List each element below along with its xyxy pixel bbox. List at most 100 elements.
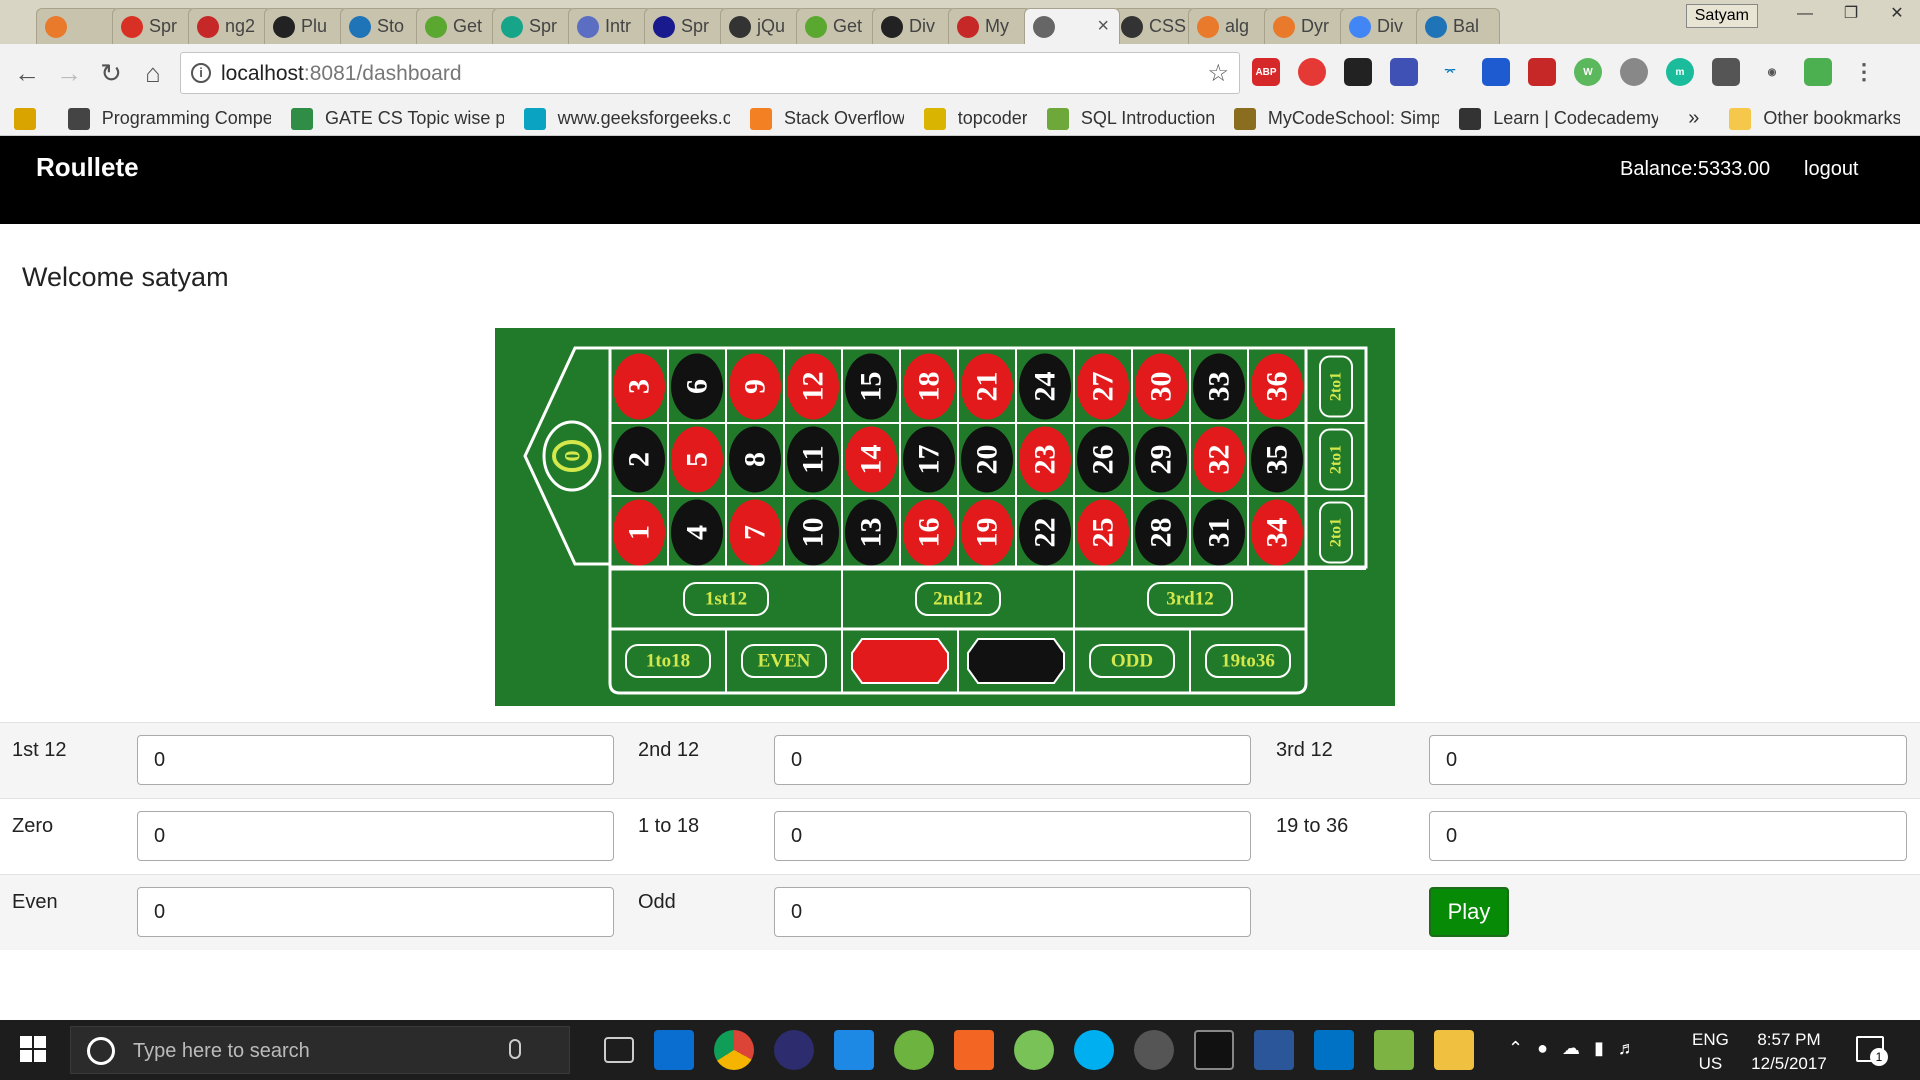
android-studio-icon[interactable] <box>1014 1030 1054 1070</box>
bet-input-3rd12[interactable]: 0 <box>1429 735 1907 785</box>
browser-tab[interactable]: Dyr <box>1264 8 1348 44</box>
terminal-icon[interactable] <box>1194 1030 1234 1070</box>
browser-tab[interactable]: Spr <box>112 8 196 44</box>
puzzle-icon[interactable] <box>1390 58 1418 86</box>
chrome-menu-icon[interactable]: ⋮ <box>1850 58 1878 86</box>
windows-start-icon[interactable] <box>20 1036 48 1064</box>
bet-input-1to18[interactable]: 0 <box>774 811 1251 861</box>
outside-bet-label: ODD <box>1111 651 1153 672</box>
bookmark-item[interactable]: MyCodeSchool: Simp <box>1233 107 1439 130</box>
gear-ext-icon[interactable] <box>1620 58 1648 86</box>
notepad-plus-icon[interactable] <box>1374 1030 1414 1070</box>
skype-icon[interactable] <box>1074 1030 1114 1070</box>
volume-icon[interactable]: ♬ <box>1618 1038 1636 1059</box>
browser-tab[interactable] <box>36 8 120 44</box>
browser-tab[interactable]: Sto <box>340 8 424 44</box>
address-url[interactable]: localhost:8081/dashboard <box>221 62 462 86</box>
home-icon[interactable]: ⌂ <box>138 58 168 88</box>
file-explorer-icon[interactable] <box>1434 1030 1474 1070</box>
app-brand[interactable]: Roullete <box>36 152 139 183</box>
language-indicator[interactable]: ENG US <box>1692 1028 1729 1076</box>
action-center-icon[interactable]: 1 <box>1856 1036 1888 1066</box>
browser-tab[interactable]: Spr <box>492 8 576 44</box>
adblock-icon[interactable]: ABP <box>1252 58 1280 86</box>
bookmark-favicon-icon <box>1233 107 1256 130</box>
tray-app-icon[interactable]: ● <box>1537 1038 1548 1059</box>
reload-icon[interactable]: ↻ <box>96 58 126 88</box>
onedrive-icon[interactable]: ☁ <box>1562 1038 1580 1059</box>
address-bar[interactable]: i localhost:8081/dashboard ☆ <box>180 52 1240 94</box>
bookmark-ext-icon[interactable] <box>1482 58 1510 86</box>
microphone-icon[interactable] <box>509 1039 521 1059</box>
bookmark-item[interactable]: GATE CS Topic wise p <box>291 107 504 130</box>
extension-badge-icon[interactable] <box>1344 58 1372 86</box>
browser-tab[interactable]: Get <box>796 8 880 44</box>
other-bookmarks-folder[interactable]: Other bookmarks <box>1729 107 1900 130</box>
browser-tab[interactable]: Spr <box>644 8 728 44</box>
back-icon[interactable]: ← <box>12 58 42 88</box>
number-label: 23 <box>1029 445 1062 475</box>
browser-tab[interactable]: Div <box>1340 8 1424 44</box>
edge-icon[interactable] <box>654 1030 694 1070</box>
bet-input-19to36[interactable]: 0 <box>1429 811 1907 861</box>
browser-tab[interactable]: CSS <box>1112 8 1196 44</box>
browser-tab[interactable]: alg <box>1188 8 1272 44</box>
browser-tab[interactable]: ng2 <box>188 8 272 44</box>
browser-tab[interactable]: Get <box>416 8 500 44</box>
bookmark-item[interactable]: Programming Compe <box>67 107 271 130</box>
bookmark-star-icon[interactable]: ☆ <box>1207 59 1229 88</box>
leaf-ext-icon[interactable] <box>1804 58 1832 86</box>
tray-expand-icon[interactable]: ⌃ <box>1508 1038 1523 1059</box>
taskbar-clock[interactable]: 8:57 PM 12/5/2017 <box>1746 1028 1832 1076</box>
profile-button[interactable]: Satyam <box>1685 4 1758 28</box>
close-window-icon[interactable]: ✕ <box>1874 0 1920 28</box>
bookmarks-overflow-icon[interactable]: » <box>1688 107 1699 130</box>
bookmark-item[interactable]: www.geeksforgeeks.c <box>523 107 730 130</box>
feather-app-icon[interactable] <box>954 1030 994 1070</box>
logout-link[interactable]: logout <box>1804 158 1859 181</box>
rainbow-icon[interactable]: ⌤ <box>1436 58 1464 86</box>
browser-tab[interactable]: My <box>948 8 1032 44</box>
forward-icon[interactable]: → <box>54 58 84 88</box>
battery-icon[interactable]: ▮ <box>1594 1038 1604 1059</box>
tab-favicon-icon <box>729 15 751 38</box>
chrome-icon[interactable] <box>714 1030 754 1070</box>
tab-close-icon[interactable]: × <box>1097 15 1109 38</box>
browser-tab[interactable]: × <box>1024 8 1120 44</box>
bookmark-item[interactable]: topcoder <box>923 107 1027 130</box>
bet-input-1st12[interactable]: 0 <box>137 735 614 785</box>
bookmark-item[interactable]: Learn | Codecademy <box>1459 107 1658 130</box>
bet-input-odd[interactable]: 0 <box>774 887 1251 937</box>
restore-icon[interactable]: ❐ <box>1828 0 1874 28</box>
cortana-icon[interactable] <box>87 1037 115 1065</box>
browser-tab[interactable]: Div <box>872 8 956 44</box>
bookmark-item[interactable]: SQL Introduction <box>1046 107 1214 130</box>
number-label: 4 <box>681 525 714 540</box>
browser-tab[interactable]: Bal <box>1416 8 1500 44</box>
taskbar-search[interactable]: Type here to search <box>70 1026 570 1074</box>
bookmark-item[interactable]: Stack Overflow <box>749 107 904 130</box>
settings-app-icon[interactable] <box>1134 1030 1174 1070</box>
video-ext-icon[interactable] <box>1528 58 1556 86</box>
webstorm-icon[interactable] <box>834 1030 874 1070</box>
ublock-icon[interactable] <box>1298 58 1326 86</box>
site-info-icon[interactable]: i <box>191 63 211 83</box>
camera-ext-icon[interactable] <box>1712 58 1740 86</box>
bet-input-2nd12[interactable]: 0 <box>774 735 1251 785</box>
word-icon[interactable] <box>1254 1030 1294 1070</box>
spring-tool-icon[interactable] <box>894 1030 934 1070</box>
bet-input-zero[interactable]: 0 <box>137 811 614 861</box>
bookmark-item[interactable] <box>14 107 48 130</box>
outlook-icon[interactable] <box>1314 1030 1354 1070</box>
w-ext-icon[interactable]: W <box>1574 58 1602 86</box>
eclipse-icon[interactable] <box>774 1030 814 1070</box>
play-button[interactable]: Play <box>1429 887 1509 937</box>
task-view-icon[interactable] <box>604 1037 634 1063</box>
minimize-icon[interactable]: — <box>1782 0 1828 28</box>
browser-tab[interactable]: Plu <box>264 8 348 44</box>
eye-ext-icon[interactable]: ◉ <box>1758 58 1786 86</box>
m-ext-icon[interactable]: m <box>1666 58 1694 86</box>
browser-tab[interactable]: Intr <box>568 8 652 44</box>
browser-tab[interactable]: jQu <box>720 8 804 44</box>
bet-input-even[interactable]: 0 <box>137 887 614 937</box>
